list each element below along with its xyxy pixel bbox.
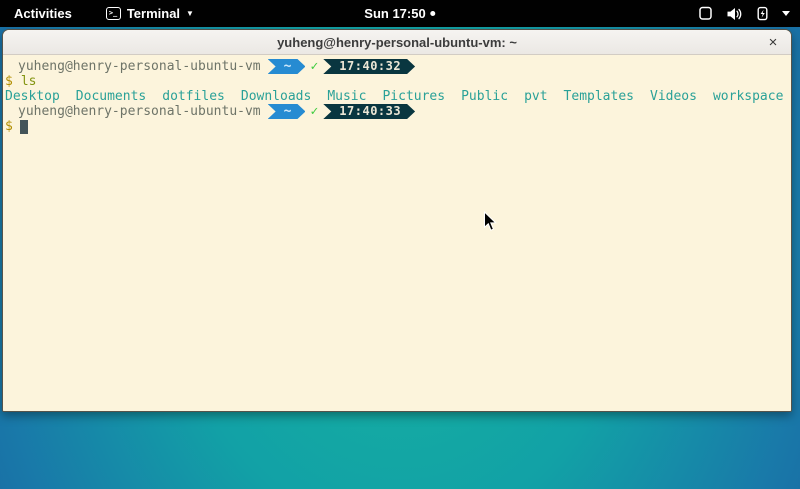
prompt-path-segment: ~ xyxy=(268,59,306,74)
top-bar: Activities >_ Terminal ▼ Sun 17:50 xyxy=(0,0,800,27)
prompt-line-2: yuheng@henry-personal-ubuntu-vm ~ ✓ 17:4… xyxy=(3,104,791,119)
terminal-screen[interactable]: yuheng@henry-personal-ubuntu-vm ~ ✓ 17:4… xyxy=(3,56,791,411)
chevron-down-icon: ▼ xyxy=(186,10,194,18)
terminal-cursor xyxy=(20,120,28,134)
prompt-dollar: $ xyxy=(5,74,13,89)
check-icon: ✓ xyxy=(310,104,318,119)
window-titlebar[interactable]: yuheng@henry-personal-ubuntu-vm: ~ × xyxy=(3,30,791,55)
directory-name: Videos xyxy=(650,89,697,104)
prompt-path-segment: ~ xyxy=(268,104,306,119)
app-menu-label: Terminal xyxy=(127,6,180,21)
volume-icon xyxy=(726,7,743,21)
close-button[interactable]: × xyxy=(761,30,785,54)
window-title: yuheng@henry-personal-ubuntu-vm: ~ xyxy=(277,35,517,50)
chevron-down-icon xyxy=(782,11,790,16)
directory-name: Public xyxy=(461,89,508,104)
terminal-icon: >_ xyxy=(106,7,121,20)
notification-dot-icon xyxy=(431,11,436,16)
terminal-window: yuheng@henry-personal-ubuntu-vm: ~ × yuh… xyxy=(2,29,792,412)
system-tray[interactable] xyxy=(698,0,790,27)
activities-button[interactable]: Activities xyxy=(10,4,76,23)
directory-name: Templates xyxy=(564,89,634,104)
prompt-line-1: yuheng@henry-personal-ubuntu-vm ~ ✓ 17:4… xyxy=(3,59,791,74)
directory-name: Pictures xyxy=(382,89,445,104)
clock-button[interactable]: Sun 17:50 xyxy=(364,0,435,27)
input-line: $ xyxy=(3,119,791,134)
prompt-time-segment: 17:40:33 xyxy=(323,104,415,119)
prompt-user: yuheng@henry-personal-ubuntu-vm xyxy=(18,59,261,74)
directory-name: workspace xyxy=(713,89,783,104)
directory-name: Downloads xyxy=(241,89,311,104)
directory-name: dotfiles xyxy=(162,89,225,104)
desktop: { "topbar": { "activities": "Activities"… xyxy=(0,0,800,489)
app-menu-terminal[interactable]: >_ Terminal ▼ xyxy=(106,6,194,21)
clock-label: Sun 17:50 xyxy=(364,6,425,21)
prompt-dollar: $ xyxy=(5,119,13,134)
display-icon xyxy=(698,6,713,21)
directory-name: pvt xyxy=(524,89,547,104)
battery-charging-icon xyxy=(756,6,769,21)
check-icon: ✓ xyxy=(310,59,318,74)
directory-name: Music xyxy=(327,89,366,104)
directory-name: Documents xyxy=(76,89,146,104)
command-line: $ ls xyxy=(3,74,791,89)
directory-name: Desktop xyxy=(5,89,60,104)
prompt-user: yuheng@henry-personal-ubuntu-vm xyxy=(18,104,261,119)
command-text: ls xyxy=(21,74,37,89)
ls-output-line: Desktop Documents dotfiles Downloads Music Pi… xyxy=(3,89,791,104)
prompt-time-segment: 17:40:32 xyxy=(323,59,415,74)
